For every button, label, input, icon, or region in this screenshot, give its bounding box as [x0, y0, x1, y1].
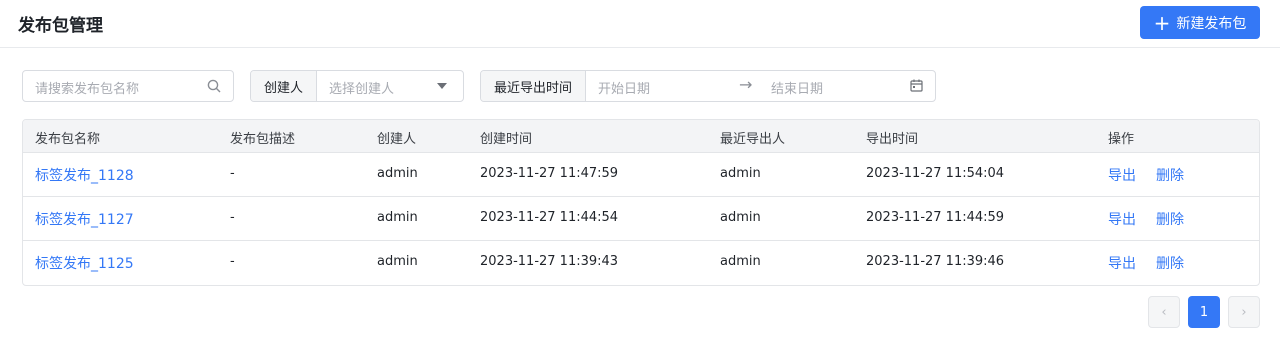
exporter-cell: admin: [720, 210, 761, 225]
created-at-cell: 2023-11-27 11:39:43: [480, 254, 619, 269]
creator-cell: admin: [377, 166, 418, 181]
export-button[interactable]: 导出: [1108, 253, 1136, 273]
search-placeholder: 请搜索发布包名称: [35, 82, 140, 97]
calendar-icon: [910, 79, 923, 92]
column-header-actions: 操作: [1108, 132, 1135, 147]
table-row: 标签发布_1125 - admin 2023-11-27 11:39:43 ad…: [23, 241, 1259, 285]
page-title: 发布包管理: [18, 16, 103, 36]
table-row: 标签发布_1128 - admin 2023-11-27 11:47:59 ad…: [23, 153, 1259, 197]
page-1-button[interactable]: 1: [1188, 296, 1220, 328]
chevron-down-icon: [437, 83, 447, 89]
exported-at-cell: 2023-11-27 11:44:59: [866, 210, 1005, 225]
package-desc: -: [230, 254, 235, 269]
arrow-right-icon: →: [739, 75, 753, 94]
exported-at-cell: 2023-11-27 11:39:46: [866, 254, 1005, 269]
column-header-name: 发布包名称: [35, 132, 101, 147]
column-header-exporter: 最近导出人: [720, 132, 786, 147]
search-input[interactable]: 请搜索发布包名称: [22, 70, 234, 102]
package-desc: -: [230, 166, 235, 181]
plus-icon: +: [1153, 10, 1171, 35]
creator-filter-label: 创建人: [251, 71, 318, 101]
search-icon: [207, 79, 221, 93]
package-name-link[interactable]: 标签发布_1128: [35, 165, 134, 185]
delete-button[interactable]: 删除: [1156, 209, 1184, 229]
start-date-input[interactable]: 开始日期: [598, 78, 650, 97]
package-desc: -: [230, 210, 235, 225]
new-package-label: 新建发布包: [1176, 15, 1247, 32]
creator-cell: admin: [377, 210, 418, 225]
table-row: 标签发布_1127 - admin 2023-11-27 11:44:54 ad…: [23, 197, 1259, 241]
delete-button[interactable]: 删除: [1156, 253, 1184, 273]
creator-placeholder: 选择创建人: [329, 82, 395, 97]
package-name-link[interactable]: 标签发布_1127: [35, 209, 134, 229]
table-header: 发布包名称 发布包描述 创建人 创建时间 最近导出人 导出时间 操作: [23, 120, 1259, 153]
end-date-input[interactable]: 结束日期: [771, 78, 823, 97]
export-time-label: 最近导出时间: [481, 71, 587, 101]
prev-page-button[interactable]: ‹: [1148, 296, 1180, 328]
exporter-cell: admin: [720, 254, 761, 269]
package-name-link[interactable]: 标签发布_1125: [35, 253, 134, 273]
exporter-cell: admin: [720, 166, 761, 181]
package-table: 发布包名称 发布包描述 创建人 创建时间 最近导出人 导出时间 操作 标签发布_…: [22, 119, 1260, 286]
exported-at-cell: 2023-11-27 11:54:04: [866, 166, 1005, 181]
new-package-button[interactable]: + 新建发布包: [1140, 6, 1260, 39]
column-header-exported-at: 导出时间: [866, 132, 919, 147]
export-time-range-picker[interactable]: 最近导出时间 开始日期 → 结束日期: [480, 70, 936, 102]
creator-select[interactable]: 创建人 选择创建人: [250, 70, 464, 102]
created-at-cell: 2023-11-27 11:47:59: [480, 166, 619, 181]
column-header-created-at: 创建时间: [480, 132, 533, 147]
column-header-creator: 创建人: [377, 132, 417, 147]
creator-cell: admin: [377, 254, 418, 269]
column-header-desc: 发布包描述: [230, 132, 296, 147]
created-at-cell: 2023-11-27 11:44:54: [480, 210, 619, 225]
page-header: 发布包管理 + 新建发布包: [0, 0, 1280, 48]
export-button[interactable]: 导出: [1108, 165, 1136, 185]
next-page-button[interactable]: ›: [1228, 296, 1260, 328]
export-button[interactable]: 导出: [1108, 209, 1136, 229]
delete-button[interactable]: 删除: [1156, 165, 1184, 185]
